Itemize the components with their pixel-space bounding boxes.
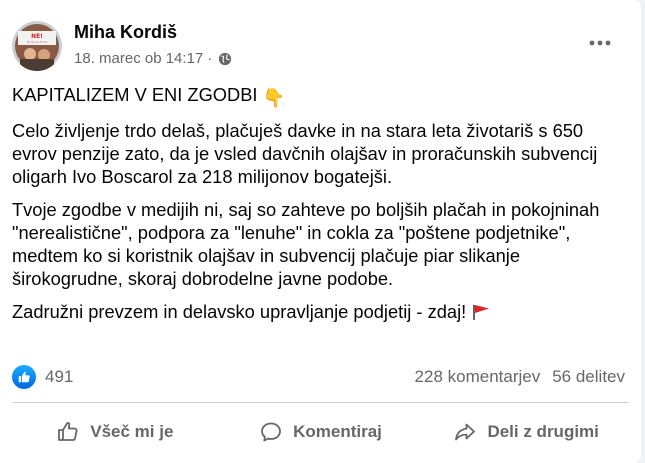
more-options-icon[interactable] <box>582 28 618 58</box>
post-closing-line: Zadružni prevzem in delavsko upravljanje… <box>12 300 630 326</box>
post-paragraph: Celo življenje trdo delaš, plačuješ davk… <box>12 120 598 187</box>
divider <box>12 402 629 403</box>
comments-count[interactable]: 228 komentarjev <box>415 367 541 387</box>
share-icon <box>453 420 477 444</box>
post-timestamp[interactable]: 18. marec ob 14:17 <box>74 50 203 67</box>
post-title-line: KAPITALIZEM V ENI ZGODBI 👇 <box>12 83 630 109</box>
share-button-label: Deli z drugimi <box>487 422 599 441</box>
like-button[interactable]: Všeč mi je <box>12 407 218 457</box>
red-flag-icon <box>471 303 491 326</box>
post-paragraph: Tvoje zgodbe v medijih ni, saj so zahtev… <box>12 199 600 289</box>
post-title: KAPITALIZEM V ENI ZGODBI <box>12 84 258 105</box>
author-name[interactable]: Miha Kordiš <box>74 22 177 43</box>
globe-icon <box>218 52 232 66</box>
share-button[interactable]: Deli z drugimi <box>423 407 629 457</box>
svg-text:NE!: NE! <box>31 33 43 40</box>
like-button-label: Všeč mi je <box>90 422 174 441</box>
svg-text:~~~~~: ~~~~~ <box>27 40 48 46</box>
reaction-summary[interactable]: 491 <box>12 365 73 389</box>
author-avatar[interactable]: NE! ~~~~~ <box>12 21 62 71</box>
action-bar: Všeč mi je Komentiraj Deli z drugimi <box>12 407 629 457</box>
comment-button[interactable]: Komentiraj <box>218 407 424 457</box>
thumbs-up-icon <box>56 420 80 444</box>
comment-button-label: Komentiraj <box>293 422 382 441</box>
like-reaction-icon <box>12 365 36 389</box>
post-text: KAPITALIZEM V ENI ZGODBI 👇 Celo življenj… <box>12 83 630 336</box>
pointing-down-emoji-icon: 👇 <box>262 87 286 108</box>
meta-separator: · <box>207 50 213 67</box>
post-card: NE! ~~~~~ Miha Kordiš 18. marec ob 14:17… <box>0 0 641 463</box>
engagement-counts: 228 komentarjev 56 delitev <box>415 367 625 387</box>
post-meta: 18. marec ob 14:17 · <box>74 50 232 67</box>
comment-icon <box>259 420 283 444</box>
post-closing-text: Zadružni prevzem in delavsko upravljanje… <box>12 301 467 322</box>
like-count: 491 <box>45 367 74 386</box>
shares-count[interactable]: 56 delitev <box>552 367 625 387</box>
